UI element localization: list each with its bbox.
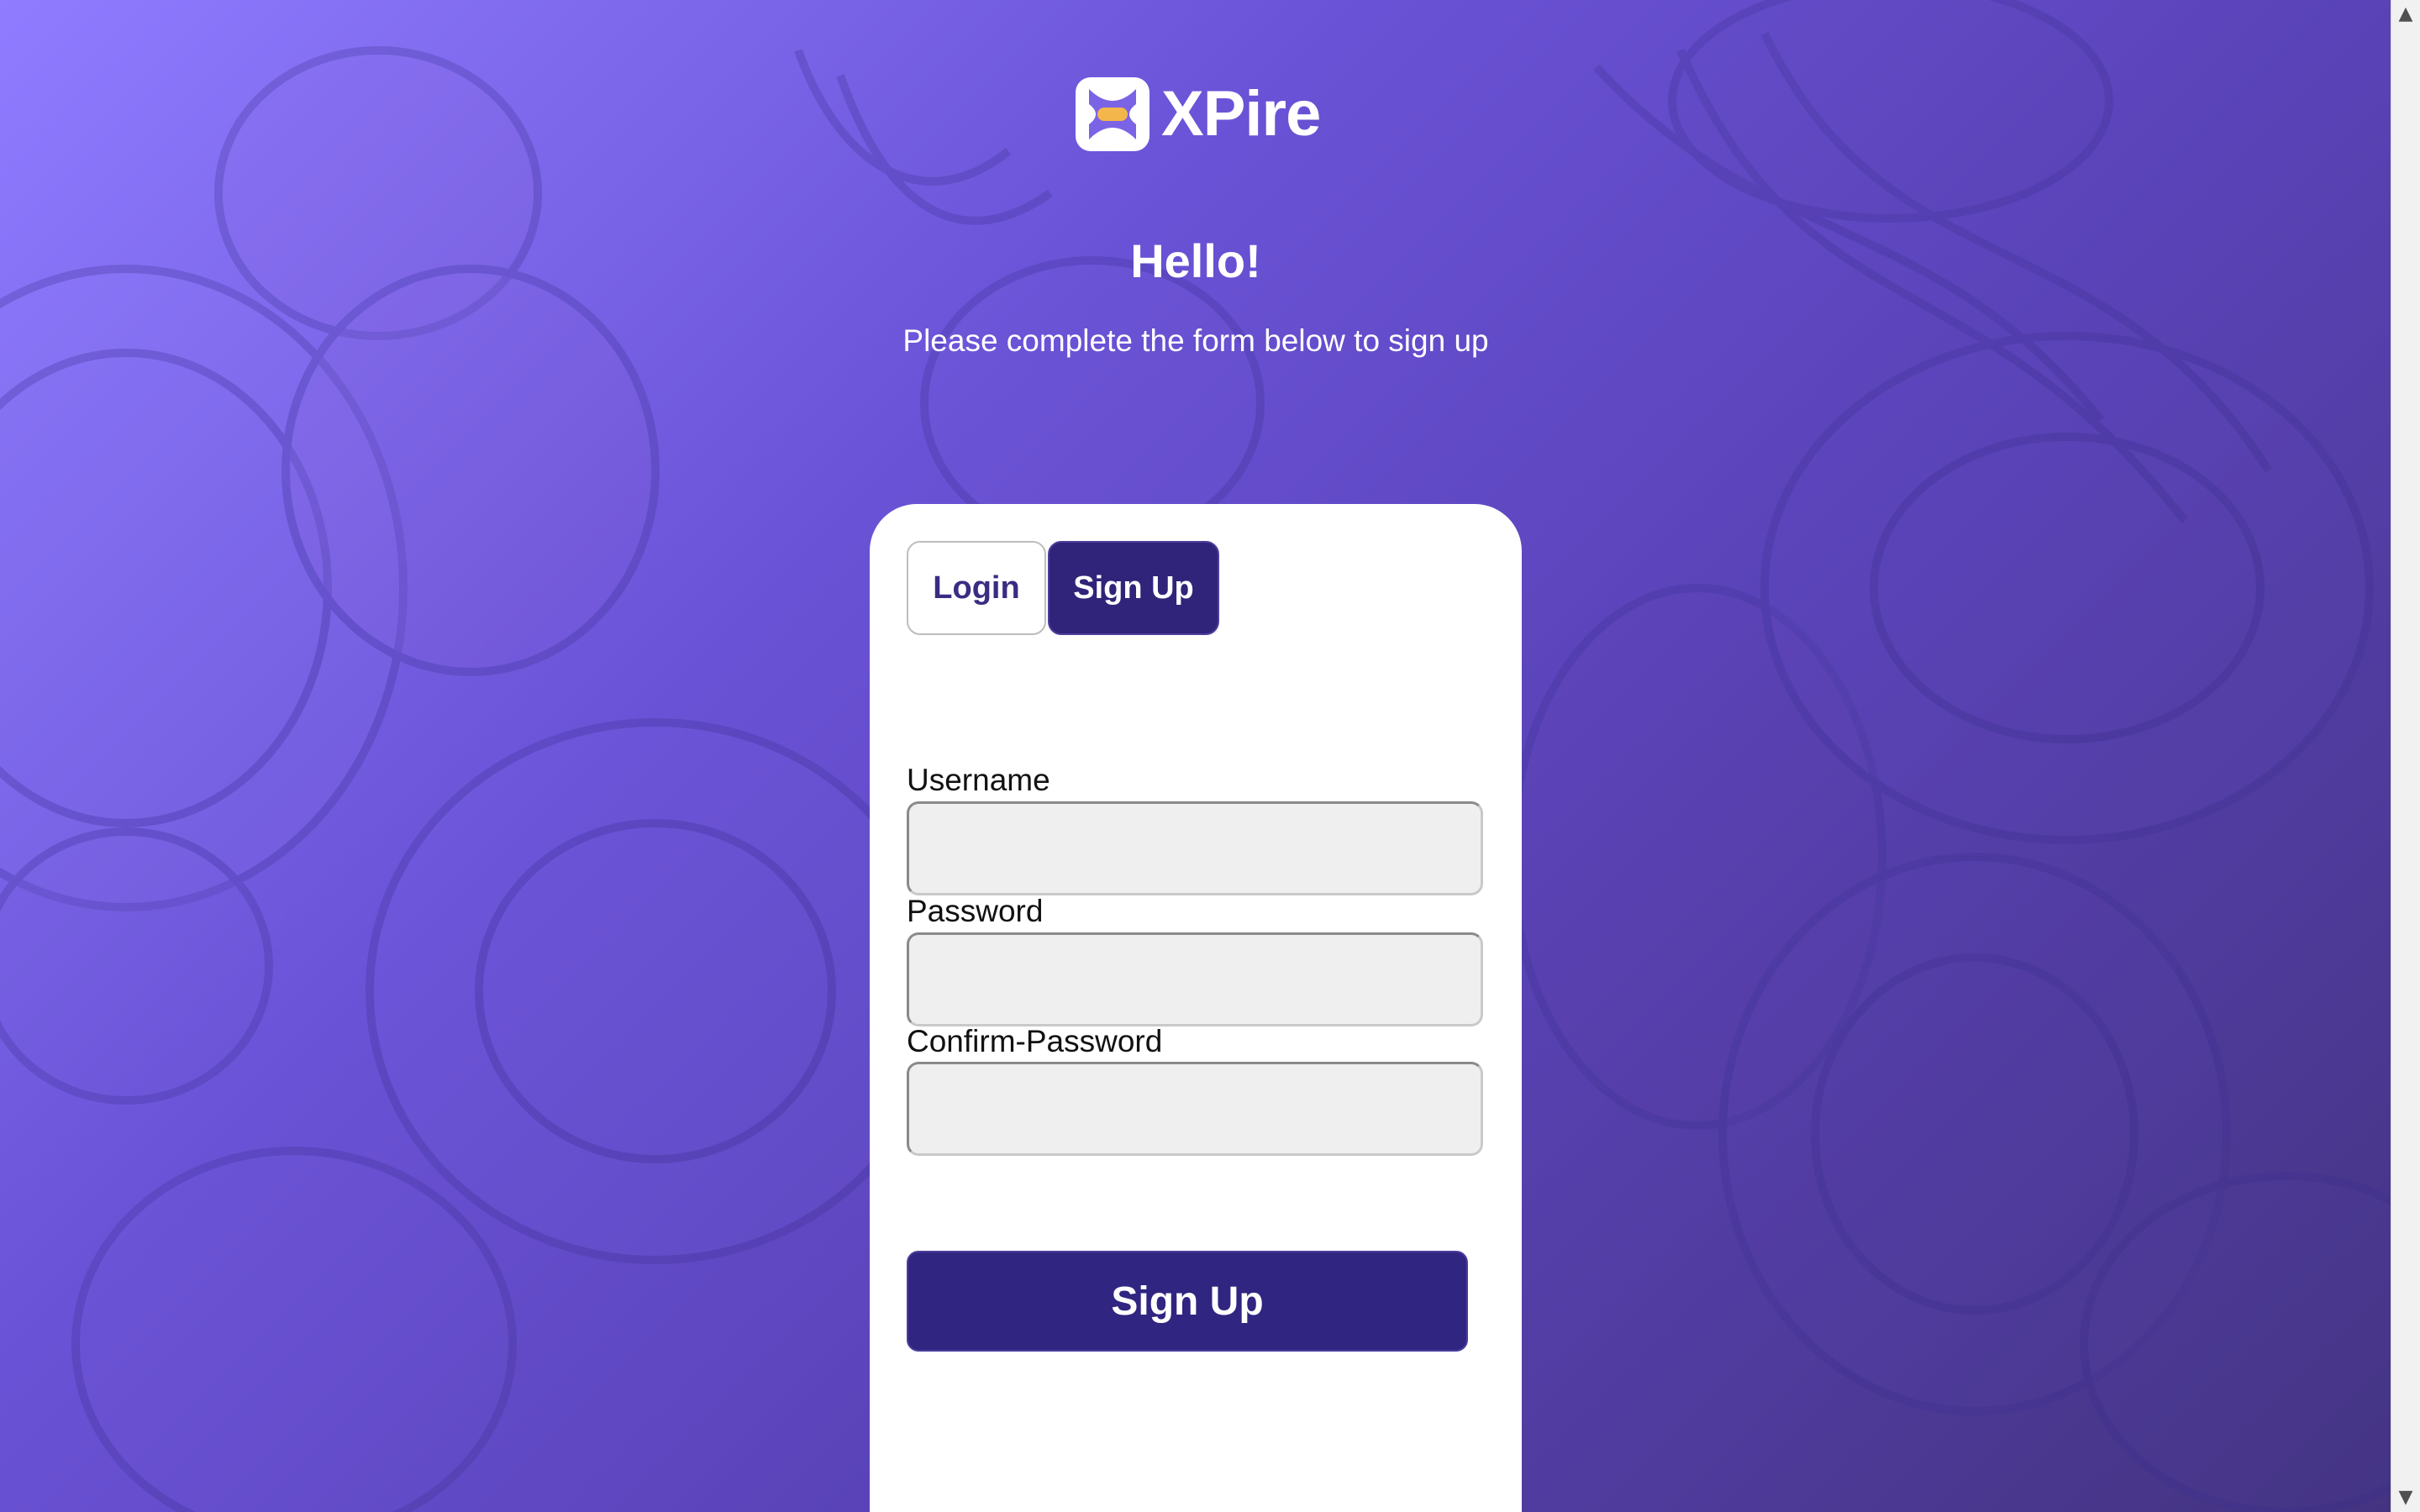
page: XPire Hello! Please complete the form be… — [0, 0, 2420, 1512]
confirm-password-field[interactable] — [907, 1062, 1483, 1156]
vertical-scrollbar[interactable]: ▲ ▼ — [2391, 0, 2420, 1512]
confirm-password-label: Confirm-Password — [907, 1024, 1163, 1058]
password-field[interactable] — [907, 932, 1483, 1026]
username-label: Username — [907, 763, 1050, 797]
sign-up-button[interactable]: Sign Up — [907, 1251, 1468, 1352]
page-title: Hello! — [1130, 234, 1261, 287]
chevron-up-icon[interactable]: ▲ — [2391, 0, 2420, 29]
password-label: Password — [907, 894, 1044, 928]
page-subtitle: Please complete the form below to sign u… — [902, 323, 1489, 358]
xpire-logo-icon — [1076, 77, 1150, 151]
tab-signup[interactable]: Sign Up — [1048, 541, 1219, 635]
signup-card: Login Sign Up Username Password Confirm-… — [870, 504, 1522, 1512]
chevron-down-icon[interactable]: ▼ — [2391, 1483, 2420, 1512]
brand: XPire — [1074, 76, 1321, 153]
username-field[interactable] — [907, 801, 1483, 895]
tab-login[interactable]: Login — [907, 541, 1046, 635]
auth-tabs: Login Sign Up — [907, 541, 1219, 635]
brand-name: XPire — [1161, 78, 1321, 150]
